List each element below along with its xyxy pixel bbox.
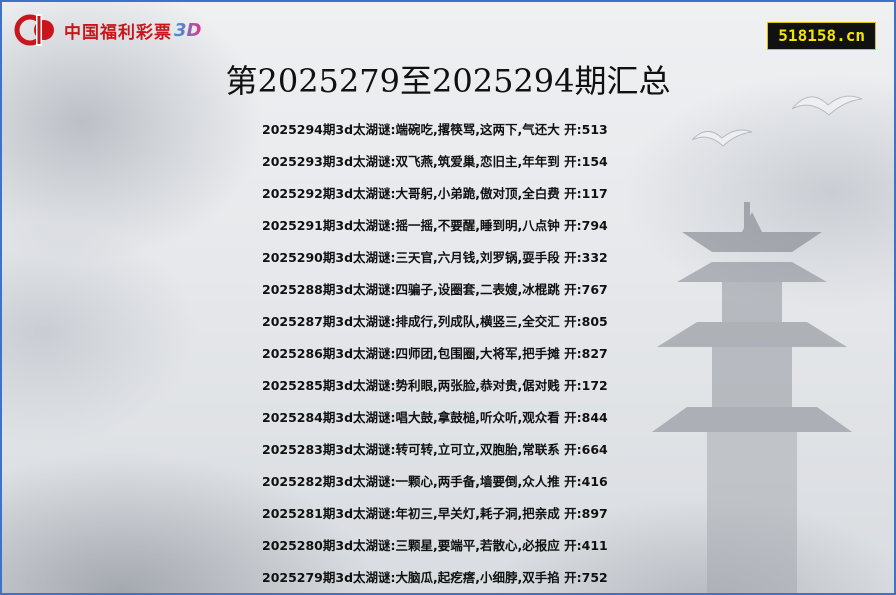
list-item: 2025288期3d太湖谜:四骗子,设圈套,二表嫂,冰棍跳 开:767 (262, 282, 608, 297)
list-item: 2025291期3d太湖谜:摇一摇,不要醒,睡到明,八点钟 开:794 (262, 218, 608, 233)
list-item: 2025292期3d太湖谜:大哥躬,小弟跪,傲对顶,全白费 开:117 (262, 186, 608, 201)
site-badge[interactable]: 518158.cn (767, 22, 876, 50)
logo-text: 中国福利彩票 (64, 22, 172, 43)
bird-illustration (692, 129, 752, 147)
riddle-list: 2025294期3d太湖谜:端碗吃,撂筷骂,这两下,气还大 开:513 2025… (262, 117, 692, 593)
list-item: 2025282期3d太湖谜:一颗心,两手备,墙要倒,众人推 开:416 (262, 474, 608, 489)
welfare-lottery-logo-icon (14, 14, 54, 46)
list-item: 2025286期3d太湖谜:四师团,包围圈,大将军,把手摊 开:827 (262, 346, 608, 361)
list-item: 2025294期3d太湖谜:端碗吃,撂筷骂,这两下,气还大 开:513 (262, 122, 608, 137)
list-item: 2025293期3d太湖谜:双飞燕,筑爱巢,恋旧主,年年到 开:154 (262, 154, 608, 169)
list-item: 2025290期3d太湖谜:三天官,六月钱,刘罗锅,耍手段 开:332 (262, 250, 608, 265)
list-item: 2025280期3d太湖谜:三颗星,要端平,若散心,必报应 开:411 (262, 538, 608, 553)
list-item: 2025284期3d太湖谜:唱大鼓,拿鼓槌,听众听,观众看 开:844 (262, 410, 608, 425)
list-item: 2025279期3d太湖谜:大脑瓜,起疙瘩,小细脖,双手掐 开:752 (262, 570, 608, 585)
lottery-logo: 中国福利彩票 3D (14, 12, 201, 48)
logo-3d-text: 3D (174, 19, 202, 41)
page-frame: 中国福利彩票 3D 518158.cn 第2025279至2025294期汇总 … (0, 0, 896, 595)
list-item: 2025281期3d太湖谜:年初三,早关灯,耗子洞,把亲成 开:897 (262, 506, 608, 521)
page-title: 第2025279至2025294期汇总 (225, 62, 671, 100)
list-item: 2025285期3d太湖谜:势利眼,两张脸,恭对贵,倨对贱 开:172 (262, 378, 608, 393)
list-item: 2025283期3d太湖谜:转可转,立可立,双胞胎,常联系 开:664 (262, 442, 608, 457)
list-item: 2025287期3d太湖谜:排成行,列成队,横竖三,全交汇 开:805 (262, 314, 608, 329)
